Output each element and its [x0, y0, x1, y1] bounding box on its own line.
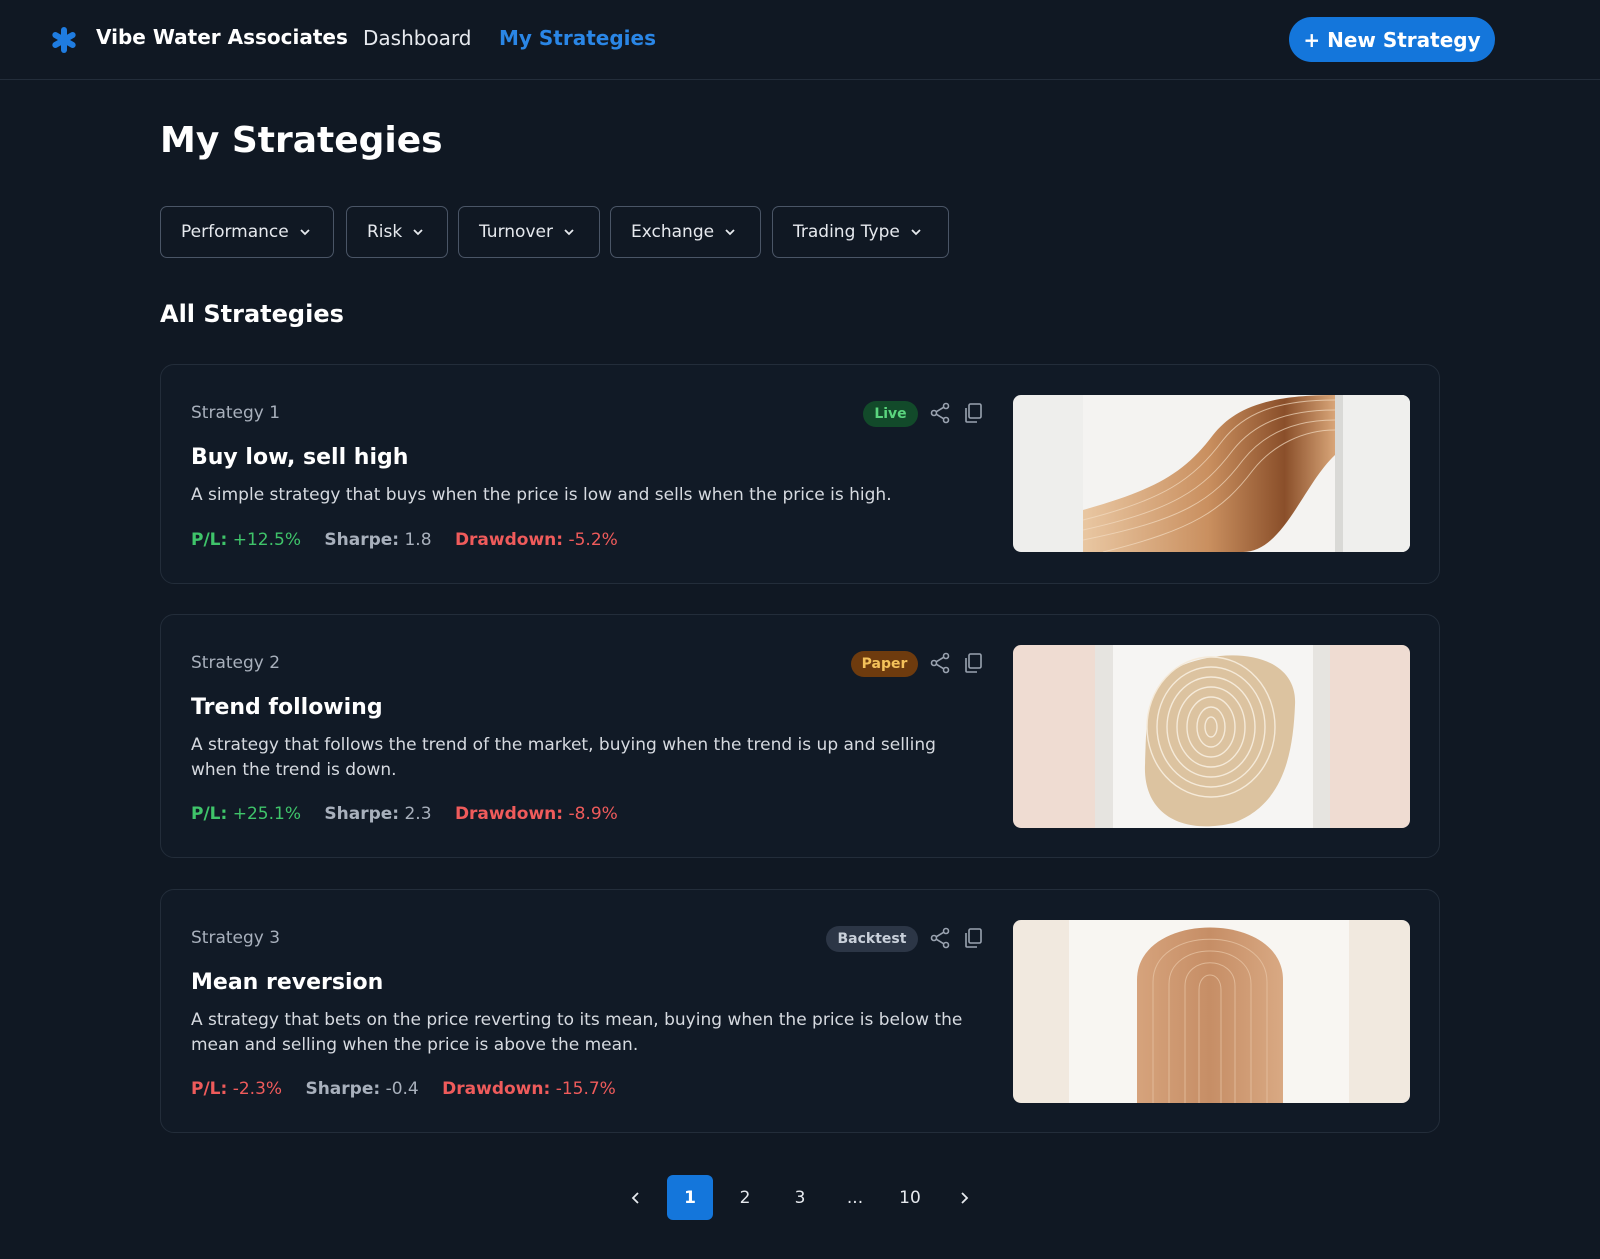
share-icon[interactable] — [928, 926, 952, 950]
filter-label: Performance — [181, 222, 289, 242]
pl-label: P/L: — [191, 804, 228, 824]
strategy-name: Buy low, sell high — [191, 445, 409, 470]
sharpe-value: 1.8 — [404, 530, 432, 550]
strategy-metrics: P/L: -2.3% Sharpe: -0.4 Drawdown: -15.7% — [191, 1079, 616, 1099]
drawdown-value: -5.2% — [568, 530, 618, 550]
sharpe-label: Sharpe: — [305, 1079, 381, 1099]
asterisk-icon[interactable] — [50, 26, 78, 54]
nav-dashboard[interactable]: Dashboard — [363, 26, 472, 50]
copy-icon[interactable] — [961, 926, 985, 950]
strategy-description: A strategy that bets on the price revert… — [191, 1010, 963, 1055]
filter-label: Risk — [367, 222, 403, 242]
pl-value: -2.3% — [232, 1079, 283, 1099]
drawdown-label: Drawdown: — [454, 530, 564, 550]
wavy-wood-art-image — [1013, 395, 1410, 552]
strategy-name: Trend following — [191, 695, 383, 720]
page-button-2[interactable]: 2 — [722, 1175, 768, 1220]
strategy-name: Mean reversion — [191, 970, 384, 995]
section-title: All Strategies — [160, 300, 344, 328]
brand-name[interactable]: Vibe Water Associates — [96, 25, 348, 49]
chevron-right-icon[interactable] — [941, 1175, 987, 1220]
strategy-card[interactable]: Strategy 3 Backtest Mean reversion A str… — [160, 889, 1440, 1133]
pl-value: +12.5% — [232, 530, 301, 550]
top-navigation-bar: Vibe Water Associates Dashboard My Strat… — [0, 0, 1600, 80]
nav-my-strategies[interactable]: My Strategies — [499, 26, 656, 50]
strategy-number: Strategy 2 — [191, 653, 281, 673]
page-ellipsis: ... — [846, 1187, 864, 1208]
page-button-3[interactable]: 3 — [777, 1175, 823, 1220]
chevron-down-icon — [911, 229, 921, 236]
chevron-down-icon — [564, 229, 574, 236]
new-strategy-button[interactable]: + New Strategy — [1289, 17, 1495, 62]
chevron-down-icon — [300, 229, 310, 236]
filter-label: Exchange — [631, 222, 715, 242]
drawdown-label: Drawdown: — [442, 1079, 551, 1099]
page-button-10[interactable]: 10 — [887, 1175, 933, 1220]
filter-label: Turnover — [479, 222, 553, 242]
drawdown-value: -8.9% — [568, 804, 618, 824]
filter-turnover[interactable]: Turnover — [458, 206, 600, 258]
chevron-down-icon — [725, 229, 735, 236]
status-badge: Paper — [851, 651, 918, 677]
filter-trading-type[interactable]: Trading Type — [772, 206, 949, 258]
arch-art-image — [1013, 920, 1410, 1103]
tree-ring-art-image — [1013, 645, 1410, 828]
strategy-description: A simple strategy that buys when the pri… — [191, 485, 892, 505]
drawdown-value: -15.7% — [555, 1079, 616, 1099]
share-icon[interactable] — [928, 401, 952, 425]
status-badge: Backtest — [826, 926, 918, 952]
strategy-number: Strategy 3 — [191, 928, 281, 948]
page-title: My Strategies — [160, 120, 443, 161]
pl-label: P/L: — [191, 1079, 228, 1099]
strategy-card[interactable]: Strategy 1 Live Buy low, sell high A sim… — [160, 364, 1440, 584]
chevron-left-icon[interactable] — [613, 1175, 659, 1220]
sharpe-label: Sharpe: — [324, 530, 400, 550]
strategy-number: Strategy 1 — [191, 403, 281, 423]
strategy-metrics: P/L: +25.1% Sharpe: 2.3 Drawdown: -8.9% — [191, 804, 618, 824]
share-icon[interactable] — [928, 651, 952, 675]
sharpe-value: 2.3 — [404, 804, 432, 824]
drawdown-label: Drawdown: — [454, 804, 564, 824]
copy-icon[interactable] — [961, 651, 985, 675]
sharpe-value: -0.4 — [385, 1079, 419, 1099]
copy-icon[interactable] — [961, 401, 985, 425]
pl-label: P/L: — [191, 530, 228, 550]
strategy-description: A strategy that follows the trend of the… — [191, 735, 936, 780]
filter-performance[interactable]: Performance — [160, 206, 334, 258]
strategy-card[interactable]: Strategy 2 Paper Trend following A strat… — [160, 614, 1440, 858]
filter-exchange[interactable]: Exchange — [610, 206, 761, 258]
page-button-1[interactable]: 1 — [667, 1175, 713, 1220]
filter-risk[interactable]: Risk — [346, 206, 448, 258]
strategy-metrics: P/L: +12.5% Sharpe: 1.8 Drawdown: -5.2% — [191, 530, 618, 550]
chevron-down-icon — [413, 229, 423, 236]
status-badge: Live — [863, 401, 918, 427]
sharpe-label: Sharpe: — [324, 804, 400, 824]
filter-label: Trading Type — [793, 222, 900, 242]
pl-value: +25.1% — [232, 804, 301, 824]
